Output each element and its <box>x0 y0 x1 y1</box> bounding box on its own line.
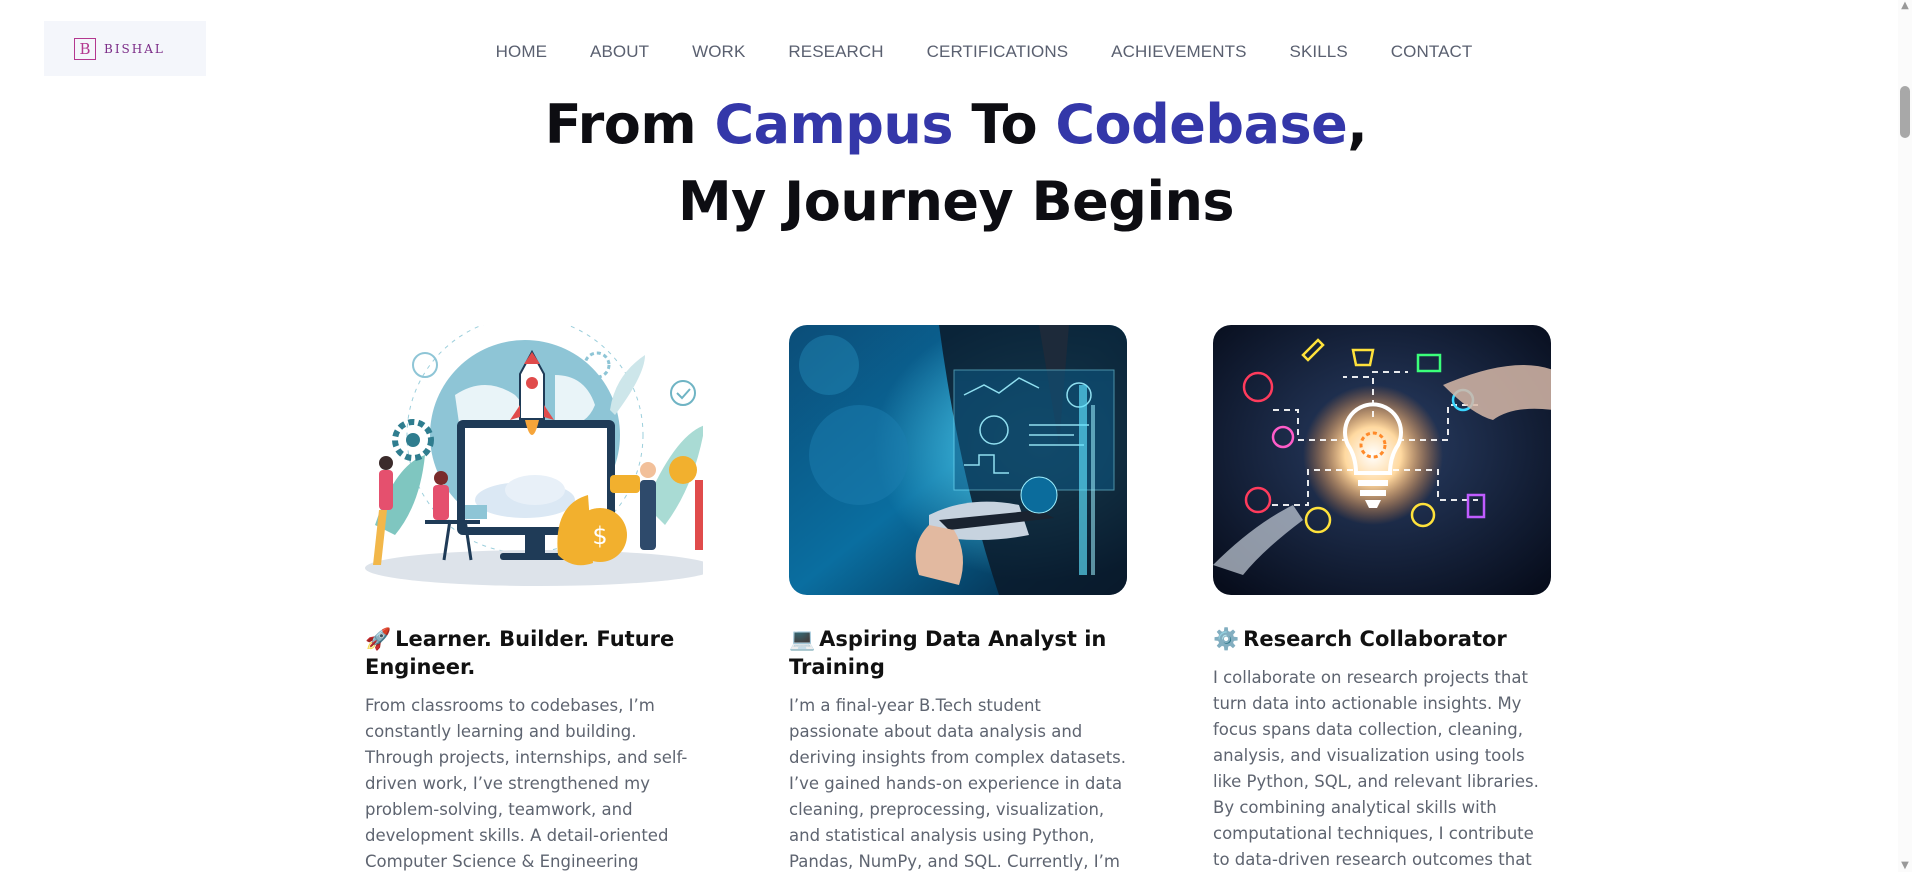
card-title: 💻 Aspiring Data Analyst in Training <box>789 627 1107 679</box>
rocket-icon: 🚀 <box>365 627 392 651</box>
nav-home[interactable]: HOME <box>496 42 547 62</box>
card-text: From classrooms to codebases, I’m consta… <box>365 696 688 871</box>
card-research: ⚙️ Research Collaborator I collaborate on… <box>1213 325 1551 872</box>
nav-about[interactable]: ABOUT <box>590 42 649 62</box>
hero-word-to: To <box>971 93 1038 156</box>
nav-skills[interactable]: SKILLS <box>1290 42 1348 62</box>
laptop-icon: 💻 <box>789 627 816 651</box>
card-title: ⚙️ Research Collaborator <box>1213 627 1507 651</box>
hero-title: From Campus To Codebase, My Journey Begi… <box>0 86 1912 240</box>
card-text: I collaborate on research projects that … <box>1213 668 1539 869</box>
nav-contact[interactable]: CONTACT <box>1391 42 1473 62</box>
photo-data-analyst <box>789 325 1127 595</box>
card-data-analyst: 💻 Aspiring Data Analyst in Training I’m a… <box>789 325 1127 872</box>
gear-icon: ⚙️ <box>1213 627 1240 651</box>
nav-research[interactable]: RESEARCH <box>788 42 883 62</box>
scroll-down-arrow-icon[interactable]: ▼ <box>1899 860 1911 872</box>
main-nav: HOME ABOUT WORK RESEARCH CERTIFICATIONS … <box>0 42 1912 62</box>
hero-word-codebase: Codebase <box>1055 93 1348 156</box>
hero-comma: , <box>1347 93 1368 156</box>
card-text: I’m a final-year B.Tech student passiona… <box>789 696 1127 871</box>
hero-line-2: My Journey Begins <box>677 170 1235 233</box>
illustration-learner: $ <box>365 325 703 595</box>
hero-word-from: From <box>544 93 697 156</box>
card-learner: $ 🚀 Learner. Builder. Future Engineer. Fr… <box>365 325 703 872</box>
nav-achievements[interactable]: ACHIEVEMENTS <box>1111 42 1246 62</box>
scrollbar[interactable]: ▲ ▼ <box>1898 0 1912 872</box>
card-title: 🚀 Learner. Builder. Future Engineer. <box>365 627 675 679</box>
svg-text:$: $ <box>592 522 607 550</box>
hero-word-campus: Campus <box>714 93 954 156</box>
photo-research <box>1213 325 1551 595</box>
nav-certifications[interactable]: CERTIFICATIONS <box>927 42 1069 62</box>
scroll-up-arrow-icon[interactable]: ▲ <box>1899 0 1911 12</box>
scrollbar-thumb[interactable] <box>1900 86 1910 138</box>
nav-work[interactable]: WORK <box>692 42 745 62</box>
